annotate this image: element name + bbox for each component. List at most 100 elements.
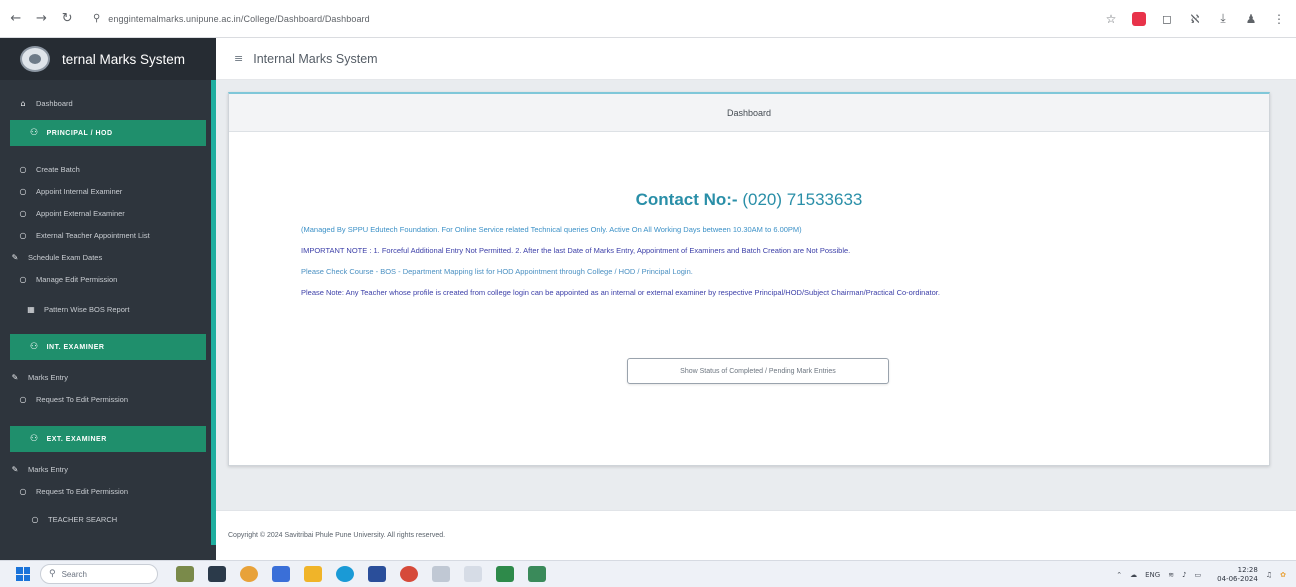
sidebar-item-external-teacher-list[interactable]: ○ External Teacher Appointment List bbox=[0, 224, 216, 246]
bos-note: Please Check Course - BOS - Department M… bbox=[301, 267, 693, 276]
taskbar-apps bbox=[176, 566, 560, 582]
task-view-app-icon[interactable] bbox=[208, 566, 226, 582]
sidebar-item-label: Pattern Wise BOS Report bbox=[44, 304, 130, 314]
section-head-label: EXT. EXAMINER bbox=[46, 435, 107, 443]
browser-app-icon[interactable] bbox=[240, 566, 258, 582]
footer: Copyright © 2024 Savitribai Phule Pune U… bbox=[216, 510, 1296, 560]
copilot-icon[interactable]: ✿ bbox=[1280, 571, 1286, 579]
edit-icon: ✎ bbox=[11, 464, 19, 474]
sidebar-item-ext-request-edit[interactable]: ○ Request To Edit Permission bbox=[0, 480, 216, 502]
store-app-icon[interactable] bbox=[368, 566, 386, 582]
sidebar-item-label: Appoint External Examiner bbox=[36, 208, 125, 218]
system-tray: ⌃ ☁ ENG ≋ ♪ ▭ 12:28 04-06-2024 ♫ ✿ bbox=[1108, 561, 1286, 587]
notes-block: (Managed By SPPU Edutech Foundation. For… bbox=[301, 224, 1231, 308]
dashboard-card: Dashboard Contact No:- (020) 71533633 (M… bbox=[228, 92, 1270, 466]
volume-icon[interactable]: ♪ bbox=[1182, 571, 1186, 579]
sidebar-item-label: Marks Entry bbox=[28, 372, 69, 382]
copyright-text: Copyright © 2024 Savitribai Phule Pune U… bbox=[228, 532, 446, 539]
main-content: Dashboard Contact No:- (020) 71533633 (M… bbox=[216, 80, 1296, 560]
sidebar-item-appoint-external[interactable]: ○ Appoint External Examiner bbox=[0, 202, 216, 224]
hamburger-menu-icon[interactable]: ≡ bbox=[234, 52, 243, 65]
circle-icon: ○ bbox=[19, 164, 27, 174]
edge-app-icon[interactable] bbox=[336, 566, 354, 582]
circle-icon: ○ bbox=[19, 394, 27, 404]
files-app-icon[interactable] bbox=[432, 566, 450, 582]
clock[interactable]: 12:28 04-06-2024 bbox=[1209, 566, 1258, 584]
outlook-app-icon[interactable] bbox=[272, 566, 290, 582]
report-icon: ▦ bbox=[27, 304, 35, 314]
home-icon: ⌂ bbox=[20, 98, 26, 108]
edit-icon: ✎ bbox=[11, 372, 19, 382]
important-note: IMPORTANT NOTE : 1. Forceful Additional … bbox=[301, 246, 851, 255]
section-head-ext-examiner[interactable]: ⚇ EXT. EXAMINER bbox=[10, 426, 206, 452]
sidebar-item-label: Request To Edit Permission bbox=[36, 394, 128, 404]
user-icon: ⚇ bbox=[30, 434, 39, 444]
notification-bell-icon[interactable]: ♫ bbox=[1266, 571, 1272, 579]
app-icon[interactable] bbox=[464, 566, 482, 582]
cloud-icon[interactable]: ☁ bbox=[1130, 571, 1137, 579]
spreadsheet-app-icon[interactable] bbox=[528, 566, 546, 582]
sidebar-item-ext-marks-entry[interactable]: ✎ Marks Entry bbox=[0, 458, 216, 480]
circle-icon: ○ bbox=[19, 486, 27, 496]
user-icon: ⚇ bbox=[30, 342, 39, 352]
sidebar-item-appoint-internal[interactable]: ○ Appoint Internal Examiner bbox=[0, 180, 216, 202]
section-head-int-examiner[interactable]: ⚇ INT. EXAMINER bbox=[10, 334, 206, 360]
app-title: Internal Marks System bbox=[253, 51, 378, 66]
top-header: ≡ Internal Marks System bbox=[216, 38, 1296, 80]
taskbar-search[interactable]: ⚲ Search bbox=[40, 564, 158, 584]
sidebar-item-dashboard[interactable]: ⌂ Dashboard bbox=[0, 92, 216, 114]
sidebar-item-label: Create Batch bbox=[36, 164, 80, 174]
arrow-left-icon[interactable]: ← bbox=[6, 9, 26, 29]
sidebar: ternal Marks System ⌂ Dashboard ⚇ PRINCI… bbox=[0, 38, 216, 560]
user-icon: ⚇ bbox=[30, 128, 39, 138]
sidebar-item-schedule-exam[interactable]: ✎ Schedule Exam Dates bbox=[0, 246, 216, 268]
sidebar-item-label: External Teacher Appointment List bbox=[36, 230, 150, 240]
brand-title: ternal Marks System bbox=[62, 51, 186, 67]
please-note: Please Note: Any Teacher whose profile i… bbox=[301, 288, 940, 297]
sidebar-item-label: Schedule Exam Dates bbox=[28, 252, 103, 262]
os-taskbar: ⚲ Search ⌃ ☁ ENG ≋ ♪ ▭ 12:28 04-06-2024 … bbox=[0, 560, 1296, 587]
contact-number: (020) 71533633 bbox=[742, 190, 863, 209]
sidebar-item-bos-report[interactable]: ▦ Pattern Wise BOS Report bbox=[0, 298, 216, 320]
address-bar[interactable]: ⚲ enggintemalmarks.unipune.ac.in/College… bbox=[84, 5, 1078, 32]
card-title: Dashboard bbox=[229, 94, 1269, 132]
university-logo-icon bbox=[20, 46, 50, 72]
excel-app-icon[interactable] bbox=[496, 566, 514, 582]
site-info-icon[interactable]: ⚲ bbox=[93, 13, 100, 24]
chrome-app-icon[interactable] bbox=[400, 566, 418, 582]
contact-label: Contact No:- bbox=[635, 190, 738, 209]
widgets-app-icon[interactable] bbox=[176, 566, 194, 582]
star-icon[interactable]: ☆ bbox=[1100, 10, 1122, 28]
extensions-puzzle-icon[interactable]: ◻ bbox=[1156, 10, 1178, 28]
circle-icon: ○ bbox=[19, 186, 27, 196]
brand[interactable]: ternal Marks System bbox=[0, 38, 216, 80]
menu-dots-icon[interactable]: ⋮ bbox=[1268, 10, 1290, 28]
section-head-label: INT. EXAMINER bbox=[46, 343, 105, 351]
battery-icon[interactable]: ▭ bbox=[1195, 571, 1202, 579]
language-indicator[interactable]: ENG bbox=[1145, 571, 1160, 579]
translate-icon[interactable]: ℵ bbox=[1184, 10, 1206, 28]
browser-toolbar: ← → ↻ ⚲ enggintemalmarks.unipune.ac.in/C… bbox=[0, 0, 1296, 38]
show-status-button[interactable]: Show Status of Completed / Pending Mark … bbox=[627, 358, 889, 384]
search-icon: ⚲ bbox=[49, 569, 56, 579]
section-head-label: PRINCIPAL / HOD bbox=[46, 129, 113, 137]
section-head-principal[interactable]: ⚇ PRINCIPAL / HOD bbox=[10, 120, 206, 146]
sidebar-item-int-marks-entry[interactable]: ✎ Marks Entry bbox=[0, 366, 216, 388]
arrow-right-icon[interactable]: → bbox=[32, 9, 52, 29]
sidebar-item-label: Request To Edit Permission bbox=[36, 486, 128, 496]
reload-icon[interactable]: ↻ bbox=[57, 9, 77, 29]
sidebar-item-teacher-search[interactable]: ○ TEACHER SEARCH bbox=[0, 508, 216, 530]
profile-icon[interactable]: ♟ bbox=[1240, 10, 1262, 28]
sidebar-item-label: Dashboard bbox=[36, 98, 73, 108]
file-explorer-app-icon[interactable] bbox=[304, 566, 322, 582]
sidebar-item-create-batch[interactable]: ○ Create Batch bbox=[0, 158, 216, 180]
windows-start-icon[interactable] bbox=[16, 567, 30, 581]
sidebar-item-label: Manage Edit Permission bbox=[36, 274, 118, 284]
download-icon[interactable]: ⤓ bbox=[1212, 10, 1234, 28]
circle-icon: ○ bbox=[19, 230, 27, 240]
sidebar-item-int-request-edit[interactable]: ○ Request To Edit Permission bbox=[0, 388, 216, 410]
chevron-up-icon[interactable]: ⌃ bbox=[1116, 571, 1122, 579]
sidebar-item-manage-edit[interactable]: ○ Manage Edit Permission bbox=[0, 268, 216, 290]
wifi-icon[interactable]: ≋ bbox=[1168, 571, 1174, 579]
extension-icon[interactable] bbox=[1131, 11, 1146, 26]
